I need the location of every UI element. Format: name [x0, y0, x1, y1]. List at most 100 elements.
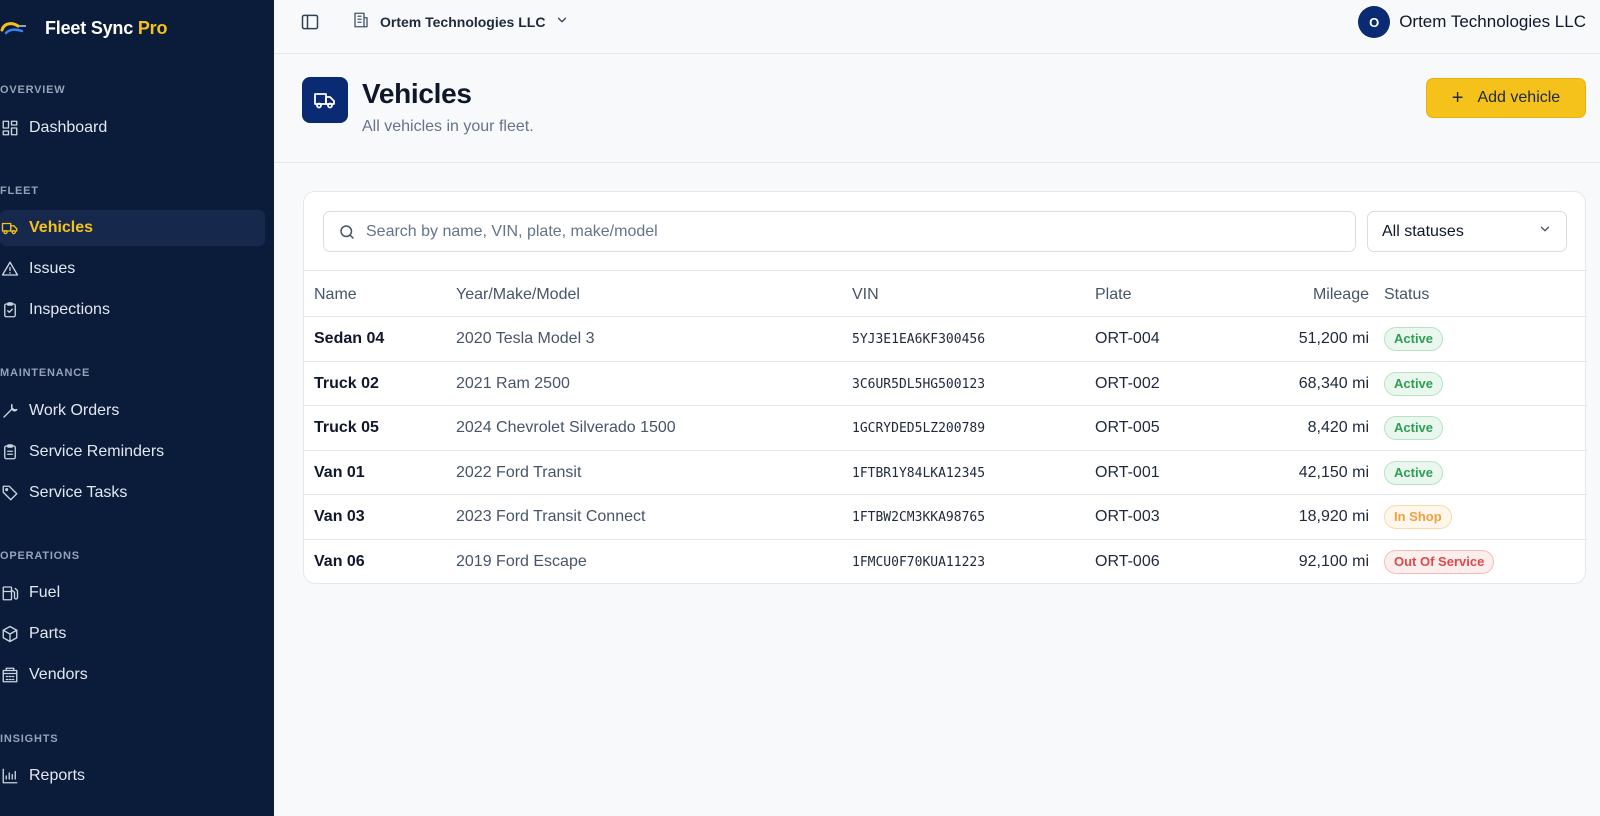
table-row[interactable]: Truck 05 2024 Chevrolet Silverado 1500 1GC… [304, 406, 1587, 451]
vehicles-table: Name Year/Make/Model VIN Plate Mileage S… [304, 270, 1587, 585]
sidebar-item-inspections[interactable]: Inspections [0, 292, 265, 328]
cell-status: Active [1384, 371, 1444, 396]
cell-vin: 5YJ3E1EA6KF300456 [852, 332, 986, 347]
sidebar-item-label: Reports [29, 767, 86, 784]
sidebar-item-reports[interactable]: Reports [0, 758, 265, 794]
sidebar-item-label: Inspections [29, 301, 110, 318]
table-row[interactable]: Van 01 2022 Ford Transit 1FTBR1Y84LKA12345… [304, 451, 1587, 496]
cell-year-make-model: 2024 Chevrolet Silverado 1500 [456, 419, 676, 437]
cell-mileage: 18,920 mi [1298, 508, 1369, 526]
dashboard-icon [0, 118, 20, 138]
sidebar-item-parts[interactable]: Parts [0, 616, 265, 652]
sidebar-item-label: Service Tasks [29, 484, 128, 501]
topbar: Ortem Technologies LLC O Ortem Technolog… [274, 0, 1600, 54]
cell-mileage: 42,150 mi [1298, 463, 1369, 481]
sidebar-item-vendors[interactable]: Vendors [0, 657, 265, 693]
column-header-mileage[interactable]: Mileage [1313, 286, 1369, 304]
cell-status: Out Of Service [1384, 549, 1495, 574]
warning-icon [0, 259, 20, 279]
user-menu[interactable]: O Ortem Technologies LLC [1358, 6, 1586, 38]
add-vehicle-label: Add vehicle [1477, 89, 1561, 106]
sidebar-toggle-icon[interactable] [300, 12, 320, 32]
truck-icon [0, 218, 20, 238]
sidebar-item-label: Issues [29, 260, 76, 277]
status-badge: Active [1384, 327, 1444, 351]
table-row[interactable]: Van 06 2019 Ford Escape 1FMCU0F70KUA11223 O… [304, 540, 1587, 585]
package-icon [0, 624, 20, 644]
cell-name: Sedan 04 [314, 330, 385, 347]
cell-year-make-model: 2020 Tesla Model 3 [456, 330, 595, 347]
nav-section-operations: OPERATIONS [0, 550, 80, 562]
sidebar-item-work-orders[interactable]: Work Orders [0, 393, 265, 429]
sidebar-item-vehicles[interactable]: Vehicles [0, 210, 265, 246]
clipboard-check-icon [0, 300, 20, 320]
sidebar-item-issues[interactable]: Issues [0, 251, 265, 287]
sidebar-item-dashboard[interactable]: Dashboard [0, 110, 265, 146]
status-filter-select[interactable]: All statuses [1367, 211, 1567, 252]
cell-name: Van 03 [314, 508, 365, 526]
plus-icon: + [1451, 87, 1464, 109]
building-icon [0, 665, 20, 685]
cell-mileage: 68,340 mi [1298, 374, 1369, 392]
sidebar-item-label: Vehicles [29, 219, 94, 236]
cell-status: Active [1384, 327, 1444, 351]
cell-status: Active [1384, 416, 1444, 441]
table-row[interactable]: Truck 02 2021 Ram 2500 3C6UR5DL5HG500123 OR… [304, 362, 1587, 407]
cell-vin: 1FTBW2CM3KKA98765 [852, 510, 986, 526]
brand[interactable]: Fleet Sync Pro [0, 14, 167, 42]
user-name: Ortem Technologies LLC [1399, 12, 1586, 31]
cell-plate: ORT-002 [1095, 374, 1160, 392]
status-badge: Out Of Service [1384, 549, 1495, 574]
nav-section-overview: OVERVIEW [0, 84, 66, 96]
cell-mileage: 8,420 mi [1307, 419, 1369, 437]
vehicles-card: All statuses Name Year/Make/Model VIN Pl… [303, 191, 1587, 585]
sidebar-item-label: Parts [29, 625, 67, 642]
status-badge: Active [1384, 460, 1444, 485]
cell-name: Van 01 [314, 463, 365, 481]
sidebar: Fleet Sync Pro OVERVIEW Dashboard FLEET … [0, 0, 274, 816]
building-icon [352, 11, 370, 34]
table-row[interactable]: Van 03 2023 Ford Transit Connect 1FTBW2CM3… [304, 495, 1587, 540]
table-row[interactable]: Sedan 04 2020 Tesla Model 3 5YJ3E1EA6KF300… [304, 317, 1587, 362]
cell-mileage: 51,200 mi [1298, 330, 1369, 347]
cell-name: Truck 02 [314, 374, 379, 392]
wrench-icon [0, 401, 20, 421]
status-badge: In Shop [1384, 505, 1452, 530]
column-header-vin[interactable]: VIN [852, 286, 879, 304]
page-header: Vehicles All vehicles in your fleet. + A… [274, 54, 1600, 163]
column-header-plate[interactable]: Plate [1095, 286, 1131, 304]
search-field[interactable] [323, 211, 1356, 252]
fuel-icon [0, 583, 20, 603]
column-header-year-make-model[interactable]: Year/Make/Model [456, 286, 580, 304]
cell-vin: 3C6UR5DL5HG500123 [852, 376, 986, 392]
sidebar-item-service-reminders[interactable]: Service Reminders [0, 434, 265, 470]
sidebar-item-label: Work Orders [29, 402, 120, 419]
status-badge: Active [1384, 371, 1444, 396]
column-header-status[interactable]: Status [1384, 286, 1429, 304]
cell-year-make-model: 2021 Ram 2500 [456, 374, 570, 392]
page-title: Vehicles [362, 78, 472, 109]
nav-section-fleet: FLEET [0, 185, 39, 197]
brand-name: Fleet Sync Pro [45, 17, 168, 38]
cell-vin: 1GCRYDED5LZ200789 [852, 421, 986, 437]
sidebar-item-label: Fuel [29, 584, 61, 601]
organization-switcher[interactable]: Ortem Technologies LLC [352, 10, 569, 34]
add-vehicle-button[interactable]: + Add vehicle [1426, 78, 1586, 118]
search-input[interactable] [366, 222, 1346, 241]
nav-section-maintenance: MAINTENANCE [0, 367, 91, 379]
sidebar-item-label: Vendors [29, 666, 88, 683]
sidebar-item-label: Service Reminders [29, 443, 165, 460]
status-badge: Active [1384, 416, 1444, 441]
avatar: O [1358, 6, 1391, 38]
chevron-down-icon [1538, 222, 1552, 241]
column-header-name[interactable]: Name [314, 286, 357, 304]
search-icon [338, 223, 356, 241]
bar-chart-icon [0, 766, 20, 786]
nav-section-insights: INSIGHTS [0, 733, 59, 745]
table-header: Name Year/Make/Model VIN Plate Mileage S… [304, 270, 1587, 317]
status-filter-value: All statuses [1382, 222, 1464, 240]
sidebar-item-service-tasks[interactable]: Service Tasks [0, 475, 265, 511]
chevron-down-icon [555, 13, 569, 32]
sidebar-item-fuel[interactable]: Fuel [0, 575, 265, 611]
sidebar-item-label: Dashboard [29, 119, 108, 136]
